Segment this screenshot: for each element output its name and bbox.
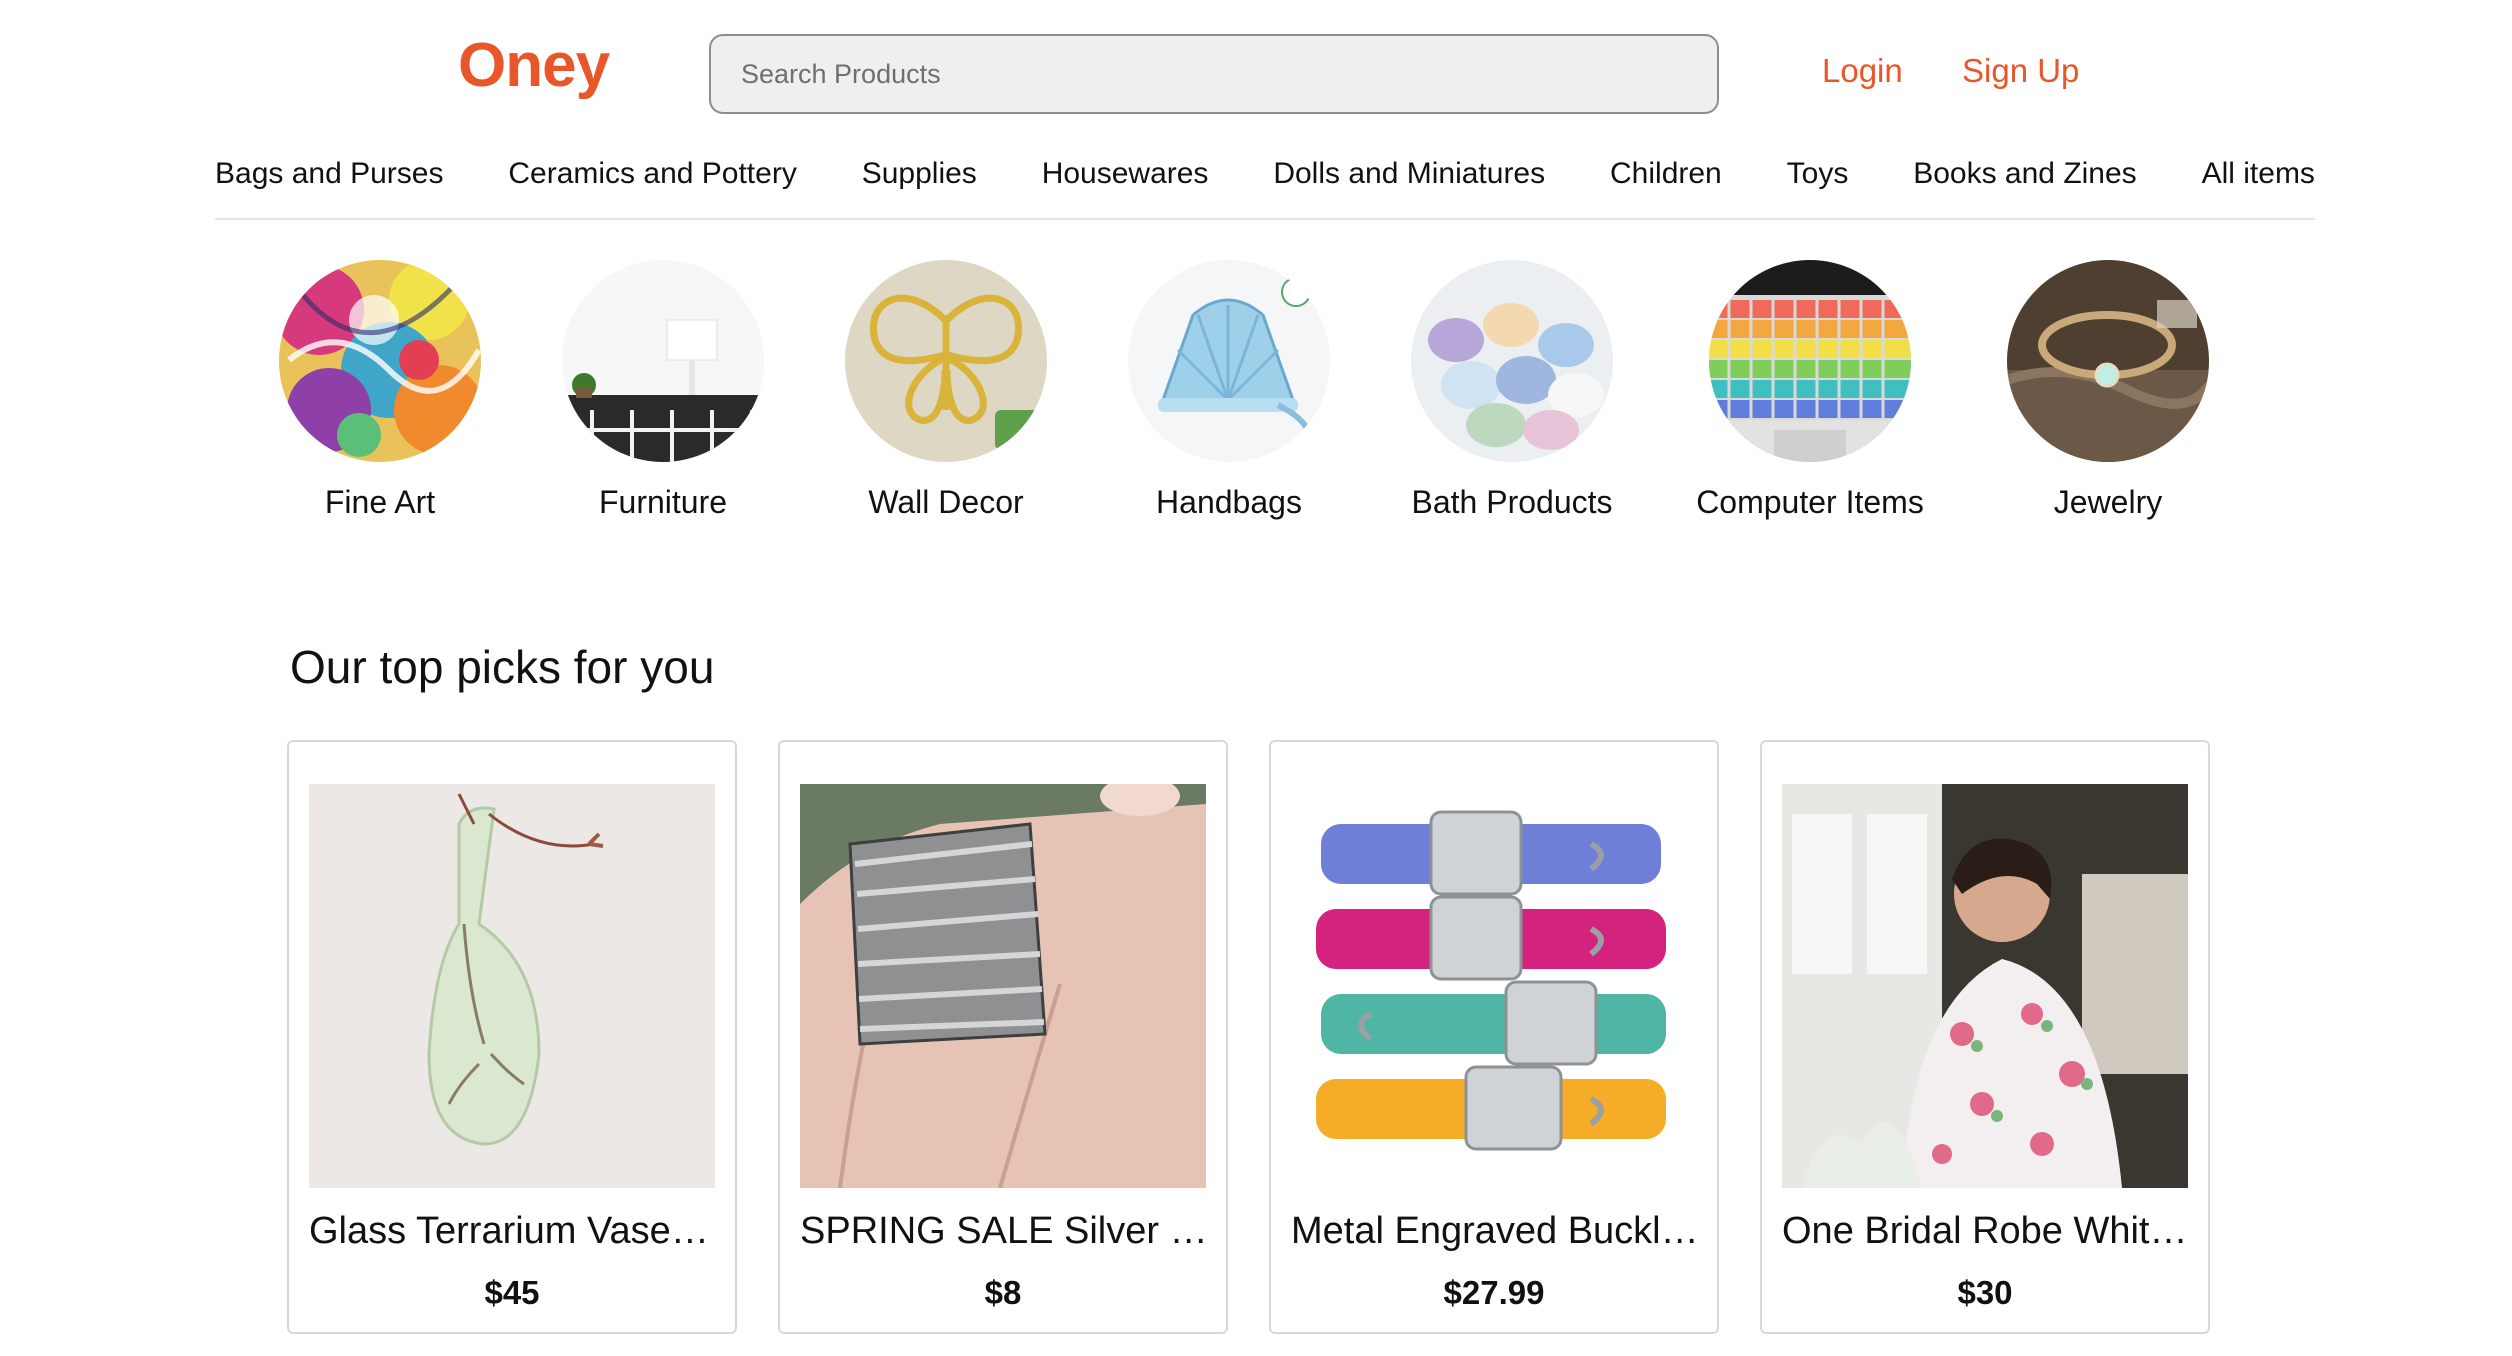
product-card-bridal-robe[interactable]: One Bridal Robe White Floral $30 [1760, 740, 2210, 1334]
category-link-bags-and-purses[interactable]: Bags and Purses [215, 157, 443, 191]
featured-category-label: Jewelry [2053, 484, 2163, 520]
product-title[interactable]: Glass Terrarium Vase Hanging [309, 1210, 719, 1253]
featured-category-wall-decor[interactable]: Wall Decor [796, 260, 1096, 521]
product-price: $45 [484, 1274, 540, 1311]
product-title[interactable]: Metal Engraved Buckle Dog Collar [1291, 1210, 1701, 1253]
featured-category-jewelry[interactable]: Jewelry [1958, 260, 2258, 521]
product-title[interactable]: SPRING SALE Silver Spinner Ring [800, 1210, 1210, 1253]
fine-art-image [279, 260, 481, 462]
butterfly-wall-decor-image [845, 260, 1047, 462]
product-card-dog-collar[interactable]: Metal Engraved Buckle Dog Collar $27.99 [1269, 740, 1719, 1334]
featured-category-label: Furniture [598, 484, 728, 520]
keyboard-cover-image [1709, 260, 1911, 462]
featured-category-label: Fine Art [324, 484, 436, 520]
featured-category-label: Bath Products [1411, 484, 1613, 520]
product-card-silver-ring[interactable]: SPRING SALE Silver Spinner Ring $8 [778, 740, 1228, 1334]
category-link-all-items[interactable]: All items [2202, 157, 2315, 191]
featured-category-furniture[interactable]: Furniture [513, 260, 813, 521]
signup-link[interactable]: Sign Up [1962, 52, 2079, 90]
product-title[interactable]: One Bridal Robe White Floral [1782, 1210, 2192, 1253]
bridal-robe-image [1782, 784, 2188, 1188]
category-link-supplies[interactable]: Supplies [862, 157, 977, 191]
category-link-toys[interactable]: Toys [1787, 157, 1849, 191]
dog-collars-image [1291, 784, 1697, 1188]
product-card-glass-vase[interactable]: Glass Terrarium Vase Hanging $45 [287, 740, 737, 1334]
category-link-dolls-and-miniatures[interactable]: Dolls and Miniatures [1273, 157, 1545, 191]
featured-category-bath-products[interactable]: Bath Products [1362, 260, 1662, 521]
search-input[interactable] [739, 57, 1689, 91]
glass-vase-image [309, 784, 715, 1188]
silver-ring-image [800, 784, 1206, 1188]
product-price: $8 [984, 1274, 1022, 1311]
search-bar[interactable] [709, 34, 1719, 114]
bracelet-image [2007, 260, 2209, 462]
category-link-ceramics-and-pottery[interactable]: Ceramics and Pottery [508, 157, 796, 191]
category-link-housewares[interactable]: Housewares [1042, 157, 1209, 191]
shell-handbag-image [1128, 260, 1330, 462]
featured-category-handbags[interactable]: Handbags [1079, 260, 1379, 521]
top-picks-title: Our top picks for you [290, 641, 715, 693]
bath-towels-image [1411, 260, 1613, 462]
featured-category-fine-art[interactable]: Fine Art [230, 260, 530, 521]
featured-category-label: Computer Items [1696, 484, 1924, 520]
featured-category-label: Wall Decor [868, 484, 1024, 520]
product-price: $27.99 [1443, 1274, 1545, 1311]
furniture-image [562, 260, 764, 462]
featured-category-label: Handbags [1156, 484, 1302, 520]
login-link[interactable]: Login [1822, 52, 1903, 90]
brand-logo[interactable]: Oney [458, 30, 610, 101]
product-price: $30 [1957, 1274, 2013, 1311]
category-link-children[interactable]: Children [1610, 157, 1722, 191]
featured-category-computer-items[interactable]: Computer Items [1660, 260, 1960, 521]
category-nav: Bags and Purses Ceramics and Pottery Sup… [215, 140, 2315, 220]
category-link-books-and-zines[interactable]: Books and Zines [1913, 157, 2136, 191]
